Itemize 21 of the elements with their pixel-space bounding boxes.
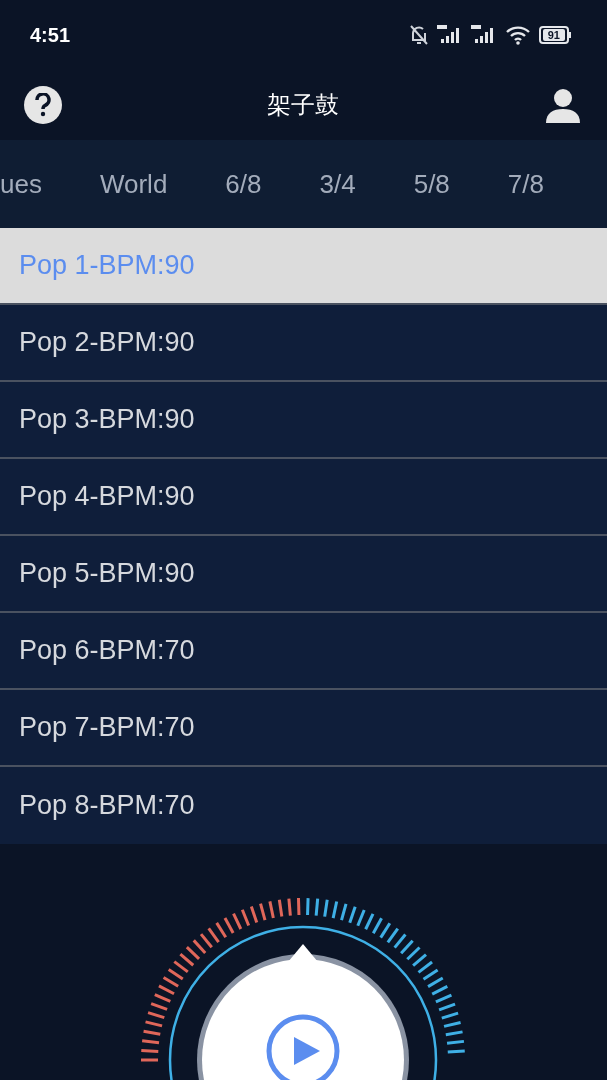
category-tab[interactable]: 5/8: [413, 164, 450, 204]
pattern-item[interactable]: Pop 4-BPM:90: [0, 459, 607, 536]
pattern-item[interactable]: Pop 7-BPM:70: [0, 690, 607, 767]
help-icon: [34, 93, 52, 117]
category-tab[interactable]: ues: [0, 164, 42, 204]
pattern-item[interactable]: Pop 3-BPM:90: [0, 382, 607, 459]
page-title: 架子鼓: [266, 90, 339, 120]
wifi-icon: [504, 25, 531, 45]
bell-muted-icon: [408, 24, 429, 46]
battery-indicator: 91: [538, 26, 571, 44]
help-button[interactable]: [24, 86, 62, 124]
person-icon: [545, 87, 581, 123]
pattern-item[interactable]: Pop 5-BPM:90: [0, 536, 607, 613]
status-time: 4:51: [30, 23, 71, 48]
pattern-item[interactable]: Pop 8-BPM:70: [0, 767, 607, 844]
category-tab[interactable]: 7/8: [507, 164, 544, 204]
pattern-item[interactable]: Pop 6-BPM:70: [0, 613, 607, 690]
category-tab[interactable]: 6/8: [225, 164, 262, 204]
pattern-item[interactable]: Pop 2-BPM:90: [0, 305, 607, 382]
category-tab[interactable]: World: [99, 164, 168, 204]
category-tab[interactable]: 3/4: [319, 164, 356, 204]
